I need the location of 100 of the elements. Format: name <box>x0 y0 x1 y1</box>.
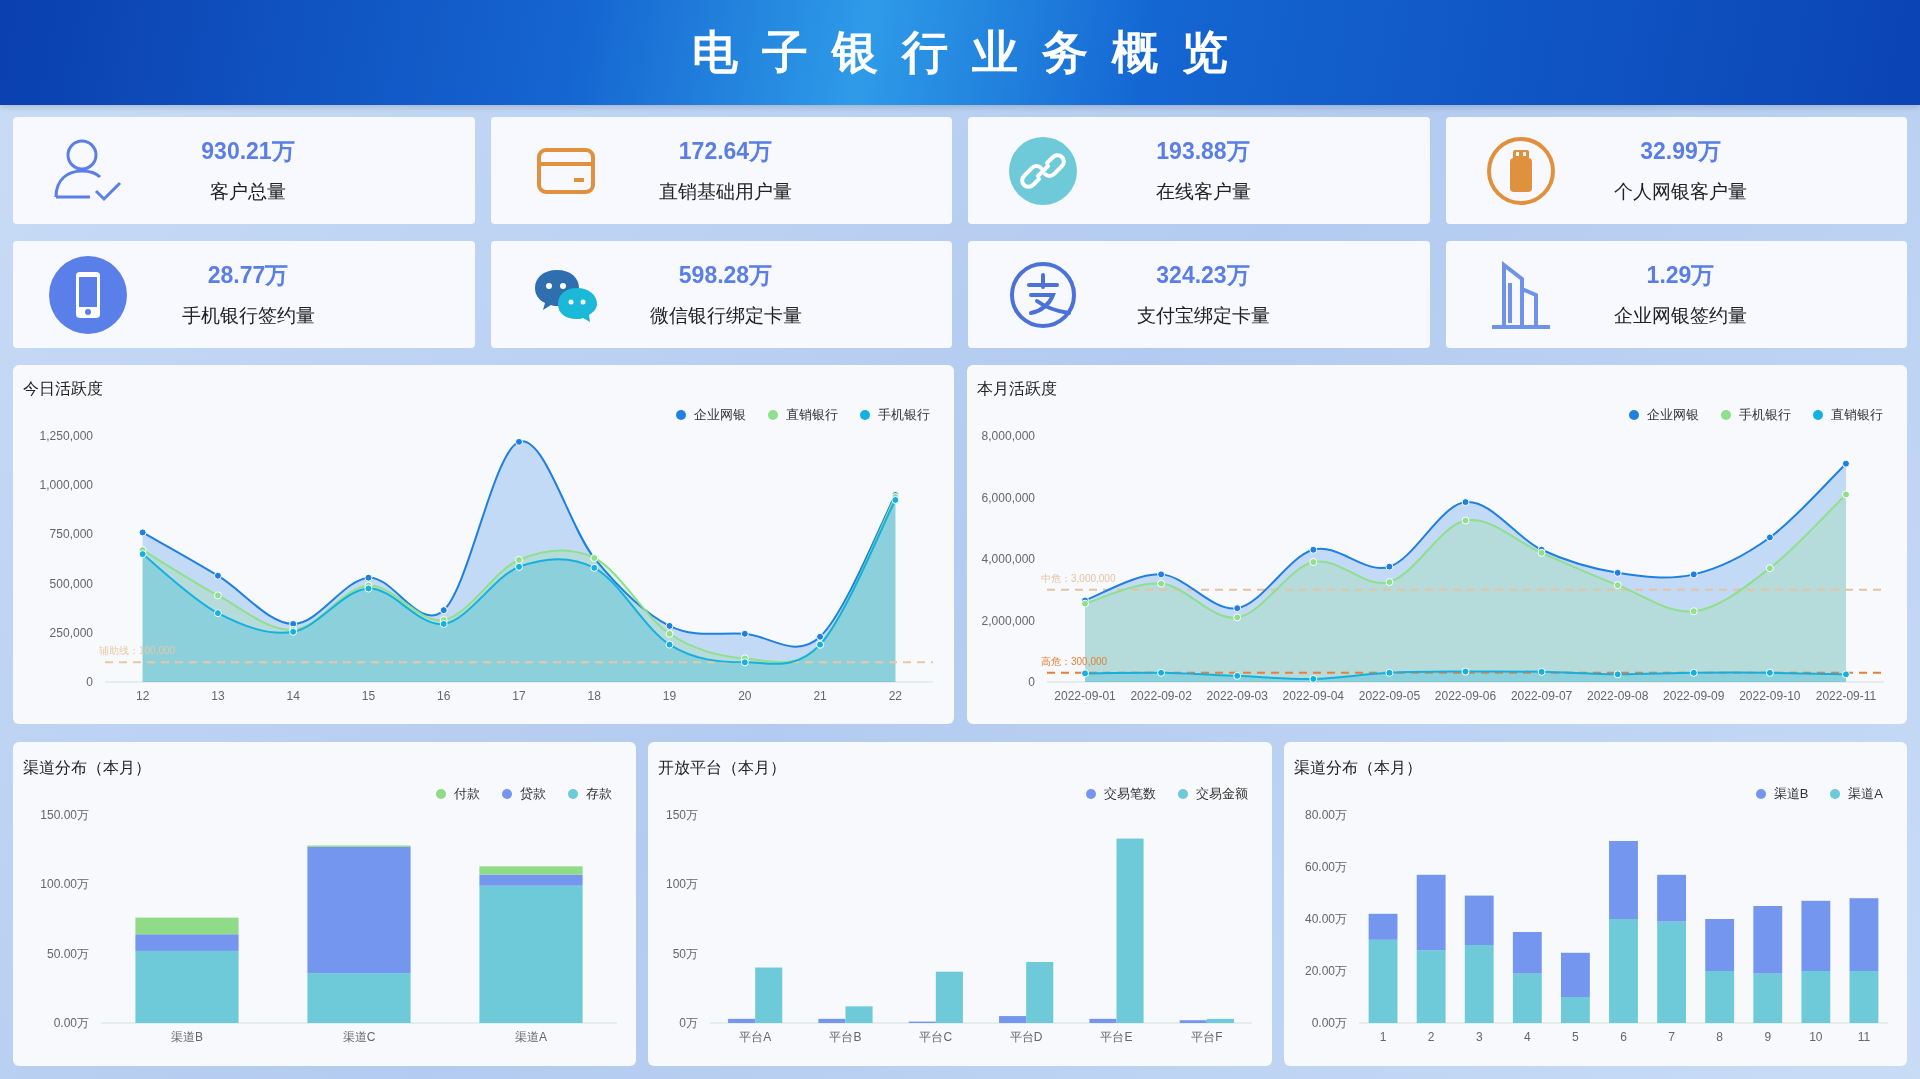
axis-label: 2022-09-09 <box>1662 689 1724 703</box>
stat-label: 在线客户量 <box>1155 180 1251 204</box>
axis-label: 50万 <box>672 946 699 961</box>
legend-label: 企业网银 <box>693 406 746 424</box>
legend-label: 渠道B <box>1773 785 1809 803</box>
axis-label: 150.00万 <box>40 808 89 822</box>
legend-label: 企业网银 <box>1647 406 1699 424</box>
axis-label: 9 <box>1764 1030 1771 1044</box>
stat-label: 客户总量 <box>210 180 286 204</box>
axis-label: 5 <box>1571 1030 1579 1044</box>
stat-value: 324.23万 <box>1156 261 1250 290</box>
axis-label: 13 <box>211 689 225 703</box>
axis-label: 0.00万 <box>1311 1016 1347 1030</box>
axis-label: 11 <box>1857 1030 1870 1044</box>
threshold-label: 中危：3,000,000 <box>1040 572 1115 584</box>
axis-label: 100.00万 <box>40 877 89 892</box>
axis-label: 80.00万 <box>1304 808 1347 822</box>
chart-title: 今日活跃度 <box>22 379 104 399</box>
legend-label: 直销银行 <box>785 406 838 424</box>
axis-label: 7 <box>1667 1030 1675 1044</box>
axis-label: 2022-09-01 <box>1053 689 1116 703</box>
axis-label: 150万 <box>666 808 699 822</box>
stat-value: 598.28万 <box>678 261 773 290</box>
axis-label: 6,000,000 <box>981 490 1035 505</box>
axis-label: 2022-09-08 <box>1586 689 1648 703</box>
legend-label: 交易笔数 <box>1103 785 1156 803</box>
axis-label: 22 <box>888 689 903 703</box>
legend-label: 交易金额 <box>1195 785 1248 803</box>
stat-value: 930.21万 <box>201 137 295 166</box>
page-title: 电子银行业务概览 <box>691 24 1252 80</box>
stat-value: 28.77万 <box>207 261 289 290</box>
axis-label: 40.00万 <box>1304 912 1347 926</box>
axis-label: 60.00万 <box>1304 860 1347 874</box>
axis-label: 50.00万 <box>46 946 89 961</box>
axis-label: 平台B <box>829 1030 862 1044</box>
axis-label: 0.00万 <box>53 1016 89 1030</box>
legend-label: 付款 <box>454 785 481 803</box>
chart-title: 开放平台（本月） <box>657 758 788 778</box>
axis-label: 平台E <box>1100 1030 1133 1044</box>
stat-label: 企业网银签约量 <box>1614 304 1747 328</box>
axis-label: 2022-09-10 <box>1738 689 1801 703</box>
stat-value: 32.99万 <box>1640 137 1721 166</box>
chart-title: 渠道分布（本月） <box>1292 758 1423 778</box>
stat-value: 1.29万 <box>1646 261 1715 290</box>
axis-label: 14 <box>286 689 300 703</box>
axis-label: 2,000,000 <box>981 613 1035 628</box>
axis-label: 10 <box>1808 1030 1823 1044</box>
axis-label: 2022-09-04 <box>1282 689 1344 703</box>
axis-label: 8 <box>1716 1030 1723 1044</box>
axis-label: 0 <box>86 675 93 689</box>
axis-label: 1 <box>1379 1030 1387 1044</box>
legend-label: 存款 <box>586 785 613 803</box>
axis-label: 100万 <box>666 877 699 892</box>
axis-label: 500,000 <box>49 576 93 591</box>
axis-label: 平台F <box>1191 1030 1223 1044</box>
axis-label: 20.00万 <box>1304 964 1347 978</box>
axis-label: 渠道B <box>171 1030 203 1044</box>
axis-label: 4,000,000 <box>981 552 1035 566</box>
axis-label: 20 <box>738 689 752 703</box>
axis-label: 平台D <box>1010 1030 1043 1044</box>
axis-label: 4 <box>1523 1030 1531 1044</box>
stat-label: 个人网银客户量 <box>1614 180 1747 204</box>
axis-label: 250,000 <box>49 625 93 640</box>
legend-label: 渠道A <box>1848 785 1883 803</box>
stat-label: 手机银行签约量 <box>181 304 315 328</box>
axis-label: 12 <box>135 689 150 703</box>
axis-label: 2022-09-02 <box>1129 689 1192 703</box>
axis-label: 2 <box>1427 1030 1435 1044</box>
legend-label: 手机银行 <box>877 406 930 424</box>
stat-label: 直销基础用户量 <box>659 180 792 204</box>
chart-title: 渠道分布（本月） <box>22 758 152 778</box>
axis-label: 2022-09-11 <box>1815 689 1876 703</box>
axis-label: 18 <box>587 689 601 703</box>
legend-label: 手机银行 <box>1739 406 1791 424</box>
stat-value: 193.88万 <box>1156 137 1250 166</box>
axis-label: 1,000,000 <box>39 478 93 493</box>
axis-label: 2022-09-06 <box>1434 689 1496 703</box>
axis-label: 3 <box>1475 1030 1483 1044</box>
axis-label: 2022-09-03 <box>1206 689 1268 703</box>
axis-label: 平台C <box>919 1030 953 1044</box>
stat-value: 172.64万 <box>678 137 773 166</box>
axis-label: 6 <box>1619 1030 1627 1044</box>
axis-label: 8,000,000 <box>981 429 1035 443</box>
axis-label: 平台A <box>739 1030 772 1044</box>
axis-label: 16 <box>437 689 451 703</box>
chart-title: 本月活跃度 <box>975 379 1058 399</box>
axis-label: 15 <box>361 689 376 703</box>
axis-label: 750,000 <box>49 527 93 542</box>
stat-label: 微信银行绑定卡量 <box>649 304 802 328</box>
legend-label: 直销银行 <box>1831 406 1883 424</box>
axis-label: 21 <box>813 689 827 703</box>
axis-label: 17 <box>512 689 526 703</box>
axis-label: 0 <box>1027 675 1035 689</box>
legend-label: 贷款 <box>520 785 547 803</box>
axis-label: 19 <box>662 689 677 703</box>
axis-label: 1,250,000 <box>39 429 93 443</box>
stat-label: 支付宝绑定卡量 <box>1136 304 1270 328</box>
axis-label: 2022-09-07 <box>1510 689 1572 703</box>
axis-label: 0万 <box>679 1016 699 1030</box>
axis-label: 渠道A <box>515 1030 547 1044</box>
